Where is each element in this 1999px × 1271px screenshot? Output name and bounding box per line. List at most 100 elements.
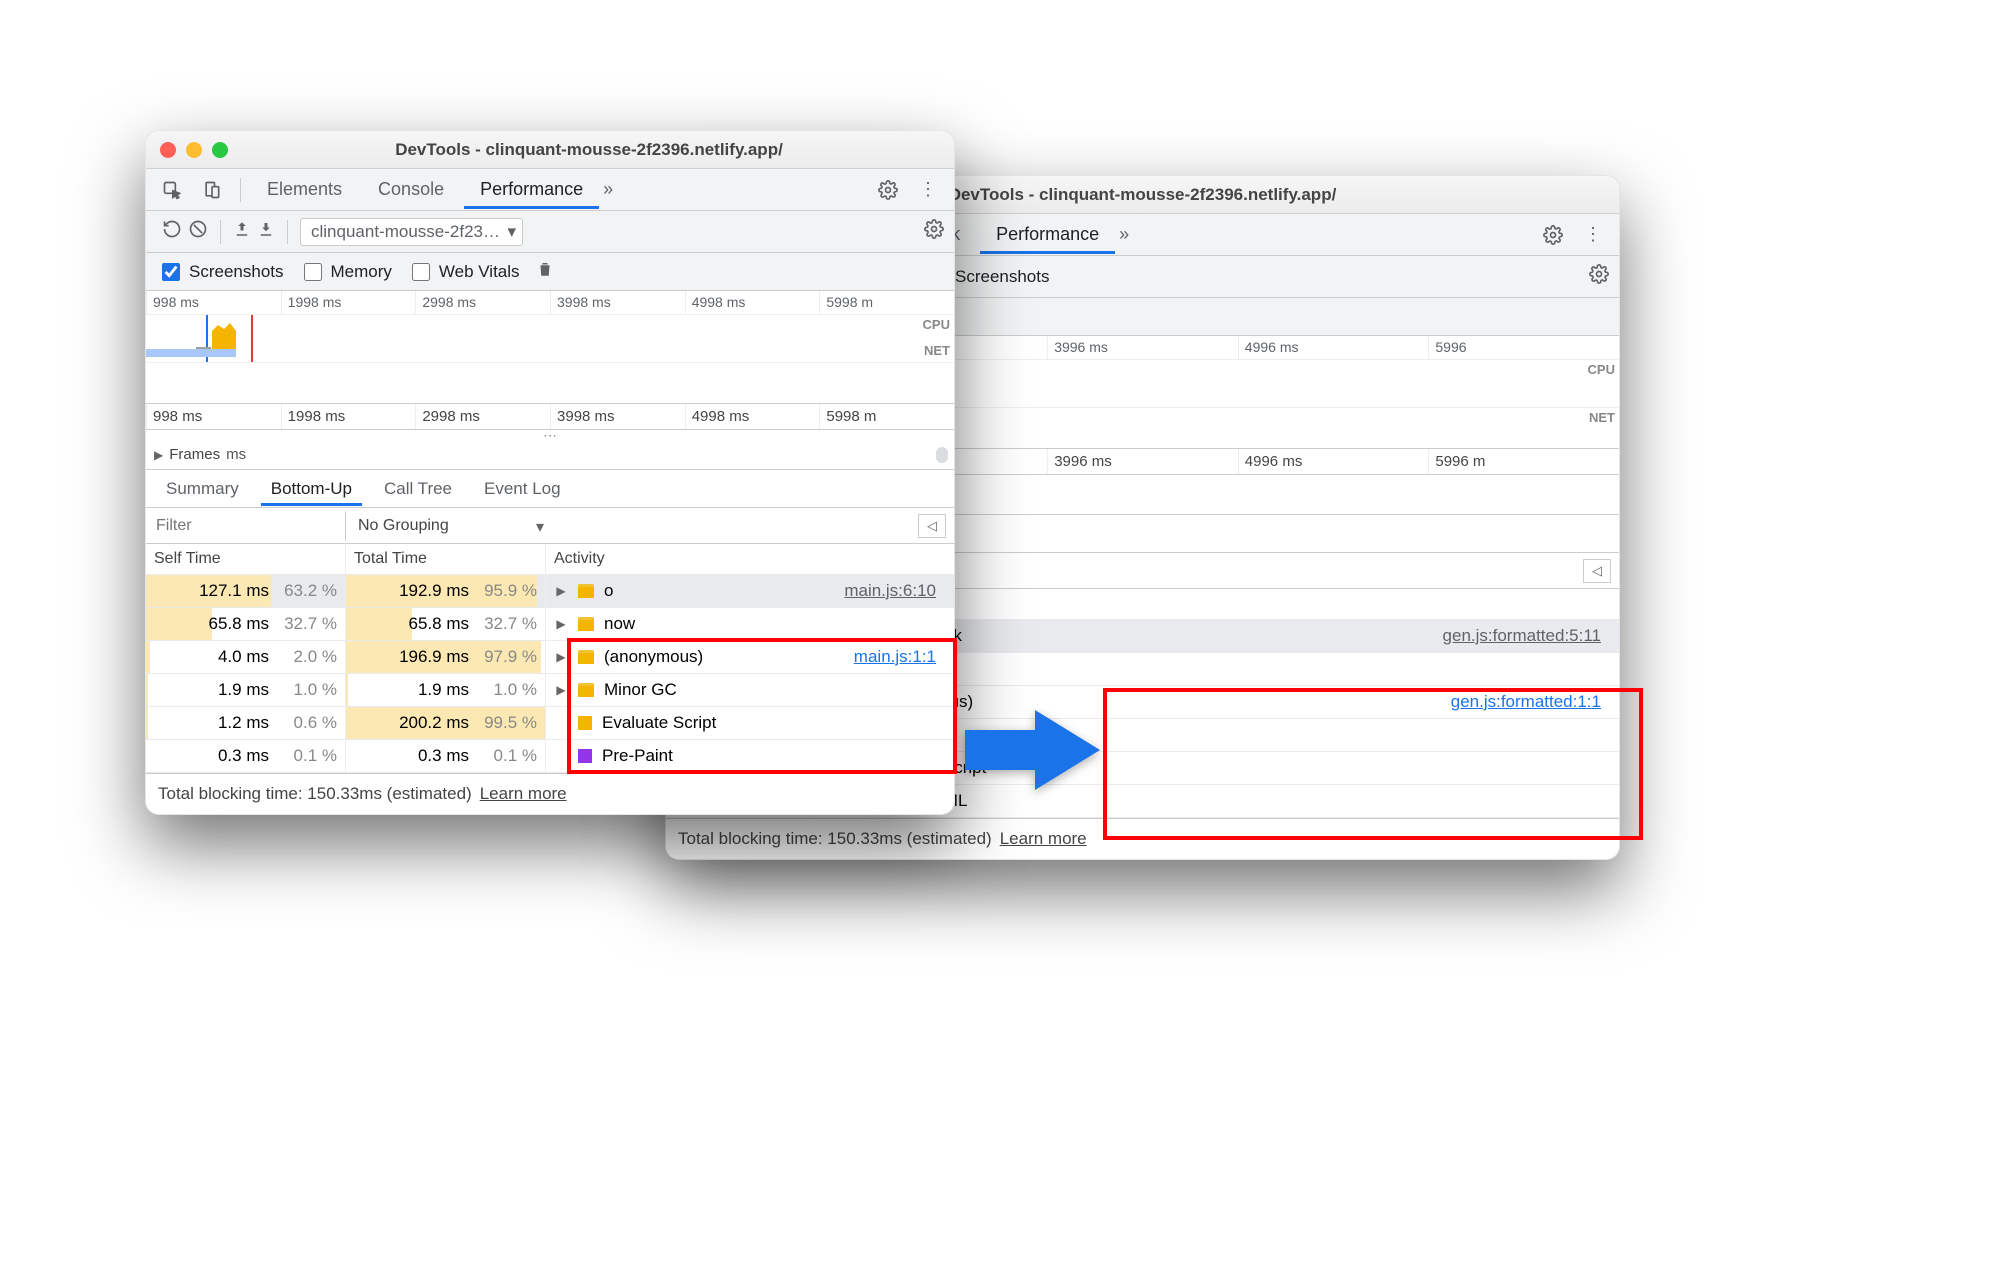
table-header: Self Time Total Time Activity: [146, 544, 954, 575]
close-icon[interactable]: [160, 142, 176, 158]
download-icon[interactable]: [257, 220, 275, 243]
learn-more-link[interactable]: Learn more: [1000, 829, 1087, 849]
table-row[interactable]: 1.9 ms 1.0 % 1.9 ms 1.0 % ▶ Minor GC: [146, 674, 954, 707]
gear-icon[interactable]: [1589, 264, 1609, 289]
trash-icon[interactable]: [536, 260, 554, 283]
folder-icon: [578, 584, 594, 598]
kebab-icon[interactable]: ⋮: [1575, 217, 1611, 253]
tick: 1998 ms: [281, 404, 416, 429]
source-link[interactable]: gen.js:formatted:1:1: [1451, 692, 1611, 712]
tab-console[interactable]: Console: [362, 170, 460, 209]
blocking-time: Total blocking time: 150.33ms (estimated…: [158, 784, 472, 804]
tick: 5998 m: [819, 404, 954, 429]
source-link[interactable]: main.js:1:1: [854, 647, 946, 667]
total-ms: 196.9 ms: [383, 647, 469, 667]
self-pct: 1.0 %: [281, 680, 337, 700]
tick: 4998 ms: [685, 404, 820, 429]
inspect-icon[interactable]: [154, 172, 190, 208]
screenshots-check[interactable]: Screenshots: [158, 260, 284, 284]
tick: 3996 ms: [1047, 336, 1238, 359]
category-icon: [578, 716, 592, 730]
target-dropdown[interactable]: clinquant-mousse-2f23…: [300, 218, 523, 246]
table-row[interactable]: 4.0 ms2.0 %196.9 ms97.9 %▶(anonymous)mai…: [146, 641, 954, 674]
gear-icon[interactable]: [870, 172, 906, 208]
activity-name: Pre-Paint: [602, 746, 673, 766]
more-tabs-icon[interactable]: »: [1119, 224, 1129, 245]
tick: 4998 ms: [685, 291, 820, 314]
collapse-icon[interactable]: ◁: [1583, 559, 1611, 583]
overview-timeline[interactable]: 998 ms 1998 ms 2998 ms 3998 ms 4998 ms 5…: [146, 291, 954, 404]
gear-icon[interactable]: [924, 219, 944, 244]
grouping-dropdown[interactable]: No Grouping: [346, 517, 910, 535]
expand-icon[interactable]: ▶: [554, 650, 568, 664]
net-label: NET: [924, 343, 950, 358]
activity-name: Minor GC: [604, 680, 677, 700]
activity-name: o: [604, 581, 613, 601]
col-total[interactable]: Total Time: [346, 544, 546, 574]
scrollbar-thumb[interactable]: [936, 447, 948, 463]
footer: Total blocking time: 150.33ms (estimated…: [666, 818, 1619, 859]
reload-icon[interactable]: [162, 219, 182, 244]
tick: 5996: [1428, 336, 1619, 359]
tick: 998 ms: [146, 404, 281, 429]
chevron-right-icon[interactable]: ▶: [154, 448, 163, 462]
col-self[interactable]: Self Time: [146, 544, 346, 574]
table-row[interactable]: 127.1 ms63.2 %192.9 ms95.9 %▶omain.js:6:…: [146, 575, 954, 608]
device-icon[interactable]: [194, 172, 230, 208]
tab-elements[interactable]: Elements: [251, 170, 358, 209]
collapse-icon[interactable]: ◁: [918, 514, 946, 538]
tick: 4996 ms: [1238, 336, 1429, 359]
total-ms: 1.9 ms: [383, 680, 469, 700]
table-row[interactable]: 1.2 ms0.6 %200.2 ms99.5 %Evaluate Script: [146, 707, 954, 740]
vitals-check[interactable]: Web Vitals: [408, 260, 520, 284]
devtools-window-before: DevTools - clinquant-mousse-2f2396.netli…: [145, 130, 955, 815]
self-ms: 1.9 ms: [183, 680, 269, 700]
folder-icon: [578, 650, 594, 664]
blocking-time: Total blocking time: 150.33ms (estimated…: [678, 829, 992, 849]
clear-icon[interactable]: [188, 219, 208, 244]
memory-check[interactable]: Memory: [300, 260, 392, 284]
total-pct: 1.0 %: [481, 680, 537, 700]
net-label: NET: [1589, 410, 1615, 425]
kebab-icon[interactable]: ⋮: [910, 172, 946, 208]
total-ms: 192.9 ms: [383, 581, 469, 601]
upload-icon[interactable]: [233, 220, 251, 243]
total-pct: 99.5 %: [481, 713, 537, 733]
subtab-bottomup[interactable]: Bottom-Up: [261, 472, 362, 506]
learn-more-link[interactable]: Learn more: [480, 784, 567, 804]
minimize-icon[interactable]: [186, 142, 202, 158]
tick: 2998 ms: [415, 291, 550, 314]
tick: 4996 ms: [1238, 449, 1429, 474]
total-pct: 32.7 %: [481, 614, 537, 634]
tick: 998 ms: [146, 291, 281, 314]
self-ms: 1.2 ms: [183, 713, 269, 733]
cpu-label: CPU: [923, 317, 950, 332]
subtab-eventlog[interactable]: Event Log: [474, 472, 571, 506]
zoom-icon[interactable]: [212, 142, 228, 158]
traffic-lights[interactable]: [160, 142, 228, 158]
main-tabbar: Elements Console Performance » ⋮: [146, 169, 954, 211]
expand-icon[interactable]: ▶: [554, 617, 568, 631]
col-activity[interactable]: Activity: [546, 544, 954, 574]
table-row[interactable]: 0.3 ms0.1 %0.3 ms0.1 %Pre-Paint: [146, 740, 954, 773]
gear-icon[interactable]: [1535, 217, 1571, 253]
tick: 3996 ms: [1047, 449, 1238, 474]
filter-input[interactable]: [146, 511, 346, 541]
subtab-summary[interactable]: Summary: [156, 472, 249, 506]
table-row[interactable]: 65.8 ms32.7 %65.8 ms32.7 %▶now: [146, 608, 954, 641]
frames-row[interactable]: ▶ Frames ms: [146, 440, 954, 470]
filter-row: No Grouping ◁: [146, 508, 954, 544]
subtab-calltree[interactable]: Call Tree: [374, 472, 462, 506]
source-link[interactable]: main.js:6:10: [844, 581, 946, 601]
more-tabs-icon[interactable]: »: [603, 179, 613, 200]
expand-icon[interactable]: ▶: [554, 584, 568, 598]
expand-icon[interactable]: ▶: [554, 683, 568, 697]
net-bar: [146, 349, 236, 357]
self-ms: 0.3 ms: [183, 746, 269, 766]
source-link[interactable]: gen.js:formatted:5:11: [1443, 626, 1611, 646]
window-title: DevTools - clinquant-mousse-2f2396.netli…: [238, 140, 940, 160]
tab-performance[interactable]: Performance: [980, 215, 1115, 254]
tab-performance[interactable]: Performance: [464, 170, 599, 209]
total-pct: 0.1 %: [481, 746, 537, 766]
self-ms: 127.1 ms: [183, 581, 269, 601]
